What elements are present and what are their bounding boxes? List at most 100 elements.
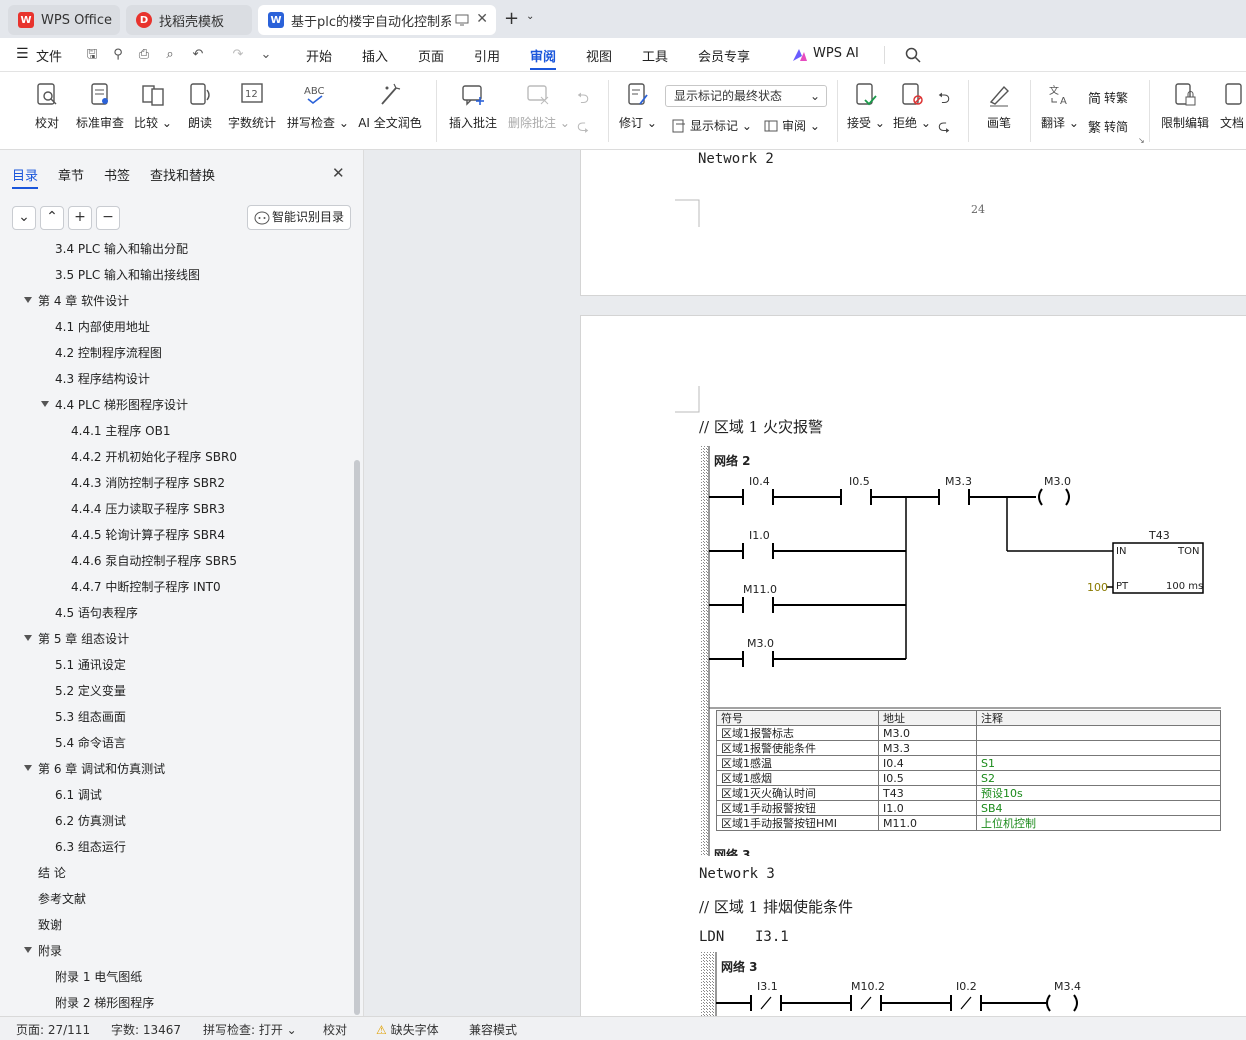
document-button[interactable]: 文档	[1218, 82, 1246, 131]
menu-references[interactable]: 引用	[474, 46, 500, 65]
toc-item[interactable]: 3.4 PLC 输入和输出分配	[55, 242, 188, 257]
toc-item[interactable]: 4.4.4 压力读取子程序 SBR3	[71, 500, 225, 517]
collapse-all-button[interactable]: ⌄	[12, 206, 36, 230]
menu-tools[interactable]: 工具	[642, 46, 668, 65]
print-icon[interactable]: ⎙	[136, 47, 152, 63]
tab-chapters[interactable]: 章节	[58, 165, 84, 184]
toc-item[interactable]: 附录	[38, 942, 62, 959]
tab-document[interactable]: W 基于plc的楼宇自动化控制系统 ✕	[258, 5, 496, 35]
toc-item[interactable]: 6.1 调试	[55, 786, 102, 803]
hamburger-icon[interactable]: ☰	[16, 46, 29, 62]
tab-bookmarks[interactable]: 书签	[104, 165, 130, 184]
new-tab-icon[interactable]: +	[504, 8, 519, 29]
missing-font-indicator[interactable]: ⚠ 缺失字体	[376, 1021, 439, 1038]
toc-item[interactable]: 6.3 组态运行	[55, 838, 126, 855]
caret-down-icon[interactable]	[41, 401, 49, 407]
menu-insert[interactable]: 插入	[362, 46, 388, 65]
pen-button[interactable]: 画笔	[983, 82, 1015, 131]
toc-item[interactable]: 4.4.5 轮询计算子程序 SBR4	[71, 526, 225, 543]
page-indicator[interactable]: 页面: 27/111	[16, 1021, 90, 1038]
spell-check-indicator[interactable]: 拼写检查: 打开 ⌄	[203, 1021, 297, 1038]
toc-item[interactable]: 第 4 章 软件设计	[38, 292, 129, 309]
tab-toc[interactable]: 目录	[12, 165, 39, 189]
translate-button[interactable]: 文A 翻译 ⌄	[1040, 82, 1080, 131]
toc-item[interactable]: 4.3 程序结构设计	[55, 370, 150, 387]
toc-item[interactable]: 5.1 通讯设定	[55, 656, 126, 673]
insert-comment-button[interactable]: 插入批注	[447, 82, 499, 131]
caret-down-icon[interactable]	[24, 635, 32, 641]
menu-wps-ai[interactable]: WPS AI	[813, 46, 859, 61]
restrict-editing-button[interactable]: 限制编辑	[1159, 82, 1211, 131]
menu-home[interactable]: 开始	[306, 46, 332, 65]
tab-docer-templates[interactable]: D 找稻壳模板	[126, 5, 252, 35]
toc-item[interactable]: 4.4.1 主程序 OB1	[71, 422, 170, 439]
more-chevron-icon[interactable]: ⌄	[258, 47, 274, 63]
proof-indicator[interactable]: 校对	[323, 1021, 347, 1038]
ai-polish-button[interactable]: AI 全文润色	[356, 82, 424, 131]
toc-item[interactable]: 4.2 控制程序流程图	[55, 344, 162, 361]
caret-down-icon[interactable]	[24, 947, 32, 953]
menu-page[interactable]: 页面	[418, 46, 444, 65]
chevron-down-icon[interactable]: ⌄	[526, 11, 534, 22]
toc-item[interactable]: 5.2 定义变量	[55, 682, 126, 699]
standard-review-button[interactable]: 标准审查	[74, 82, 126, 131]
delete-comment-button[interactable]: 删除批注 ⌄	[508, 82, 570, 131]
show-markup-select[interactable]: 显示标记的最终状态 ⌄	[665, 85, 827, 107]
redo-icon[interactable]: ↷	[230, 47, 246, 63]
spell-check-button[interactable]: ABC 拼写检查 ⌄	[287, 82, 349, 131]
toc-item[interactable]: 4.4.7 中断控制子程序 INT0	[71, 578, 221, 595]
toc-item[interactable]: 4.4 PLC 梯形图程序设计	[55, 396, 188, 413]
toc-item[interactable]: 4.4.3 消防控制子程序 SBR2	[71, 474, 225, 491]
toc-item[interactable]: 结 论	[38, 864, 66, 881]
proof-button[interactable]: 校对	[30, 82, 64, 131]
toc-item[interactable]: 第 6 章 调试和仿真测试	[38, 760, 165, 777]
word-count-indicator[interactable]: 字数: 13467	[111, 1021, 181, 1038]
toc-item[interactable]: 5.3 组态画面	[55, 708, 126, 725]
save-icon[interactable]: 🖫	[84, 47, 100, 63]
toc-item[interactable]: 5.4 命令语言	[55, 734, 126, 751]
review-pane-button[interactable]: 审阅 ⌄	[764, 117, 820, 134]
toc-item[interactable]: 4.5 语句表程序	[55, 604, 138, 621]
menu-file[interactable]: 文件	[36, 46, 62, 65]
to-traditional-button[interactable]: 简转繁	[1088, 88, 1128, 107]
tab-find-replace[interactable]: 查找和替换	[150, 165, 215, 184]
toc-scrollbar[interactable]	[354, 460, 360, 1015]
word-count-button[interactable]: 12 字数统计	[226, 82, 278, 131]
track-changes-button[interactable]: 修订 ⌄	[618, 82, 658, 131]
caret-down-icon[interactable]	[24, 297, 32, 303]
expand-group-icon[interactable]: ↘	[1138, 136, 1145, 145]
toc-item[interactable]: 6.2 仿真测试	[55, 812, 126, 829]
accept-button[interactable]: 接受 ⌄	[846, 82, 886, 131]
search-icon[interactable]	[905, 47, 921, 63]
menu-review[interactable]: 审阅	[530, 46, 557, 70]
prev-change-icon[interactable]: ⮌	[938, 88, 950, 113]
toc-item[interactable]: 参考文献	[38, 890, 86, 907]
toc-item[interactable]: 致谢	[38, 916, 62, 933]
read-aloud-button[interactable]: 朗读	[185, 82, 215, 131]
toc-item[interactable]: 附录 2 梯形图程序	[55, 994, 154, 1011]
next-change-icon[interactable]: ⮎	[938, 116, 950, 141]
toc-item[interactable]: 4.1 内部使用地址	[55, 318, 150, 335]
add-heading-button[interactable]: +	[68, 206, 92, 230]
next-comment-icon[interactable]: ⮎	[577, 116, 589, 141]
toc-item[interactable]: 3.5 PLC 输入和输出接线图	[55, 266, 200, 283]
close-panel-icon[interactable]: ✕	[332, 164, 345, 182]
toc-item[interactable]: 附录 1 电气图纸	[55, 968, 142, 985]
undo-icon[interactable]: ↶	[190, 47, 206, 63]
tab-wps-office[interactable]: W WPS Office	[8, 5, 120, 35]
toc-item[interactable]: 第 5 章 组态设计	[38, 630, 129, 647]
menu-member[interactable]: 会员专享	[698, 46, 750, 65]
print-preview-icon[interactable]: ⌕	[162, 47, 178, 63]
toc-item[interactable]: 4.4.2 开机初始化子程序 SBR0	[71, 448, 237, 465]
show-markup-button[interactable]: 显示标记 ⌄	[672, 117, 752, 134]
menu-view[interactable]: 视图	[586, 46, 612, 65]
close-tab-icon[interactable]: ✕	[476, 11, 488, 27]
link-icon[interactable]: ⚲	[110, 47, 126, 63]
remove-heading-button[interactable]: −	[96, 206, 120, 230]
caret-down-icon[interactable]	[24, 765, 32, 771]
to-simplified-button[interactable]: 繁转简	[1088, 117, 1128, 136]
prev-comment-icon[interactable]: ⮌	[577, 88, 589, 113]
reject-button[interactable]: 拒绝 ⌄	[892, 82, 932, 131]
expand-up-button[interactable]: ⌃	[40, 206, 64, 230]
compare-button[interactable]: 比较 ⌄	[134, 82, 172, 131]
